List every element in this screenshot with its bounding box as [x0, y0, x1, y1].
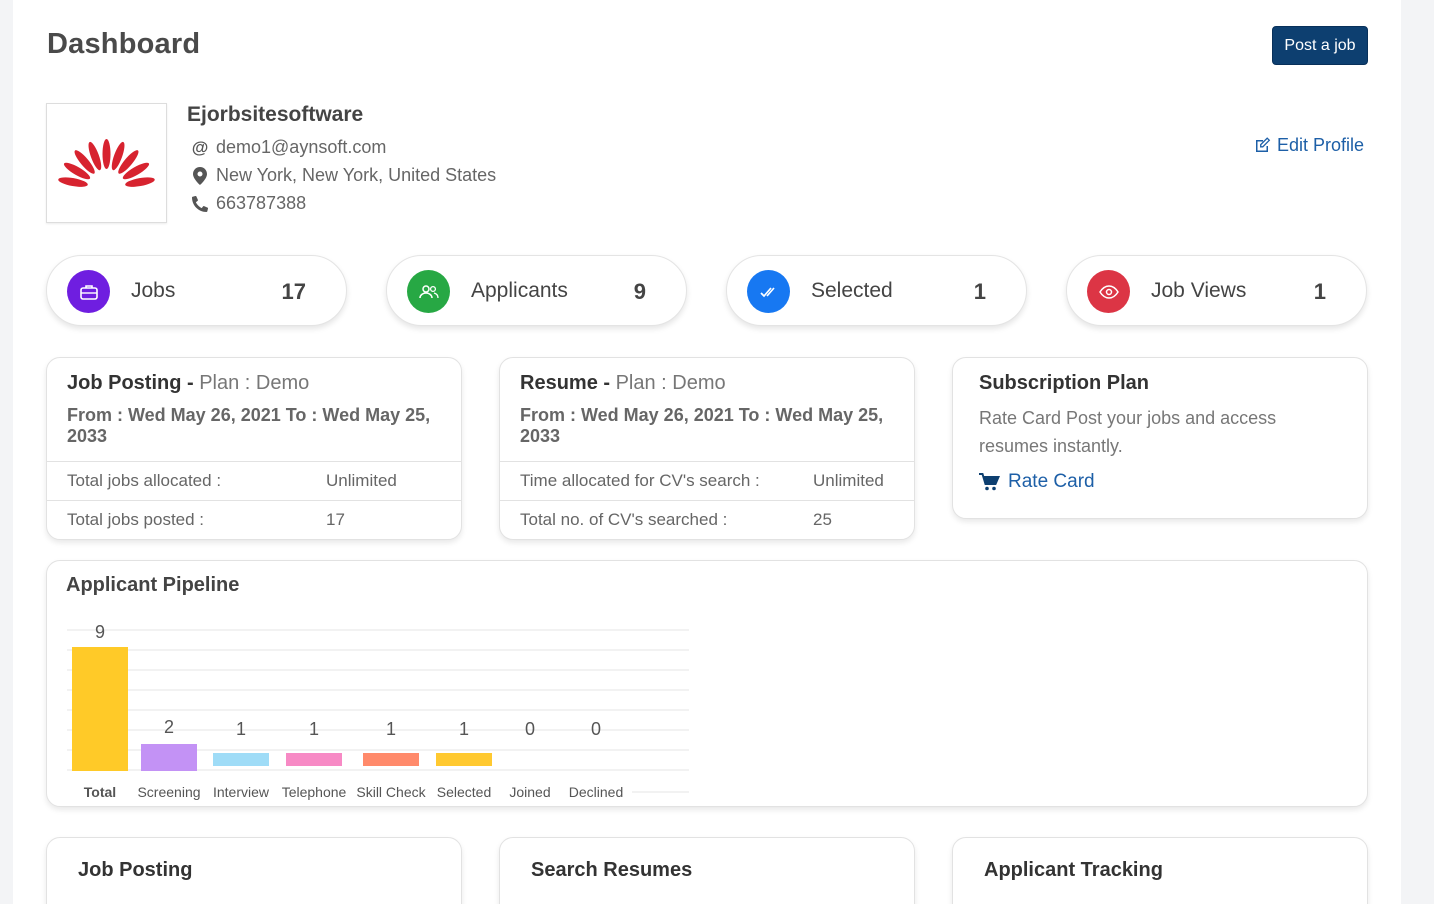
category-label: Interview — [213, 784, 270, 800]
company-logo — [46, 103, 167, 223]
location-row: New York, New York, United States — [190, 165, 496, 186]
users-icon — [407, 270, 450, 313]
bar — [141, 744, 197, 771]
data-label: 2 — [164, 717, 174, 737]
bar — [286, 753, 342, 766]
email-text: demo1@aynsoft.com — [216, 137, 387, 157]
category-label: Telephone — [282, 784, 347, 800]
post-job-button[interactable]: Post a job — [1272, 26, 1368, 65]
phone-icon — [190, 194, 210, 214]
data-label: 1 — [386, 719, 396, 739]
company-logo-image — [58, 139, 155, 187]
table-row: Total jobs posted :17 — [47, 500, 461, 539]
location-text: New York, New York, United States — [216, 165, 497, 185]
applicant-pipeline-card: Applicant Pipeline 9 Total 2 Screening 1 Inte… — [46, 560, 1368, 807]
phone-row: 663787388 — [190, 193, 306, 214]
job-posting-card[interactable]: Job Posting — [46, 837, 462, 904]
card-title: Resume - Plan : Demo — [520, 372, 726, 394]
card-title: Subscription Plan — [979, 372, 1150, 394]
stat-selected[interactable]: Selected 1 — [726, 255, 1027, 326]
data-label: 0 — [591, 719, 601, 739]
bar — [72, 647, 128, 771]
category-label: Declined — [569, 784, 623, 800]
stat-label: Job Views — [1151, 279, 1247, 302]
data-label: 9 — [95, 622, 105, 642]
data-label: 1 — [309, 719, 319, 739]
eye-icon — [1087, 270, 1130, 313]
bar — [363, 753, 419, 766]
table-row: Total jobs allocated : Unlimited — [47, 461, 461, 500]
edit-icon — [1254, 137, 1271, 154]
card-title: Applicant Tracking — [984, 859, 1163, 881]
data-label: 1 — [459, 719, 469, 739]
map-pin-icon — [190, 166, 210, 186]
stat-value: 1 — [973, 279, 986, 304]
card-title: Search Resumes — [531, 859, 693, 881]
at-icon: @ — [191, 137, 209, 157]
job-posting-plan-card: Job Posting - Plan : Demo From : Wed May… — [46, 357, 462, 540]
stat-label: Selected — [811, 279, 893, 302]
email-row: @ demo1@aynsoft.com — [190, 137, 387, 158]
category-label: Joined — [509, 784, 550, 800]
card-title: Job Posting - Plan : Demo — [67, 372, 310, 394]
edit-profile-label: Edit Profile — [1277, 135, 1365, 155]
category-label: Selected — [437, 784, 491, 800]
table-row: Time allocated for CV's search : Unlimite… — [500, 461, 914, 500]
category-label: Total — [84, 784, 116, 800]
stat-label: Jobs — [131, 279, 176, 302]
plan-dates: From : Wed May 26, 2021 To : Wed May 25,… — [520, 405, 884, 446]
stat-label: Applicants — [471, 279, 568, 302]
stat-jobs[interactable]: Jobs 17 — [46, 255, 347, 326]
data-label: 0 — [525, 719, 535, 739]
subscription-text: Rate Card Post your jobs and access resu… — [979, 408, 1277, 456]
stat-value: 9 — [633, 279, 646, 304]
stat-job-views[interactable]: Job Views 1 — [1066, 255, 1367, 326]
bar — [213, 753, 269, 766]
pipeline-chart: 9 Total 2 Screening 1 Interview 1 Telephone 1 Ski… — [67, 622, 689, 800]
bar — [436, 753, 492, 766]
stat-value: 17 — [281, 279, 306, 304]
rate-card-link[interactable]: Rate Card — [979, 471, 1341, 493]
phone-text: 663787388 — [216, 193, 307, 213]
stat-applicants[interactable]: Applicants 9 — [386, 255, 687, 326]
applicant-tracking-card[interactable]: Applicant Tracking — [952, 837, 1368, 904]
page-title: Dashboard — [47, 28, 201, 60]
table-row: Total no. of CV's searched :25 — [500, 500, 914, 539]
plan-dates: From : Wed May 26, 2021 To : Wed May 25,… — [67, 405, 431, 446]
stat-value: 1 — [1313, 279, 1326, 304]
subscription-plan-card: Subscription Plan Rate Card Post your jo… — [952, 357, 1368, 519]
category-label: Screening — [137, 784, 200, 800]
rate-card-label: Rate Card — [1008, 471, 1095, 492]
briefcase-icon — [67, 270, 110, 313]
double-check-icon — [747, 270, 790, 313]
cart-icon — [979, 473, 1000, 491]
company-name: Ejorbsitesoftware — [187, 103, 364, 126]
search-resumes-card[interactable]: Search Resumes — [499, 837, 915, 904]
data-label: 1 — [236, 719, 246, 739]
edit-profile-link[interactable]: Edit Profile — [1254, 135, 1364, 156]
resume-plan-card: Resume - Plan : Demo From : Wed May 26, … — [499, 357, 915, 540]
category-label: Skill Check — [356, 784, 426, 800]
card-title: Job Posting — [78, 859, 193, 881]
